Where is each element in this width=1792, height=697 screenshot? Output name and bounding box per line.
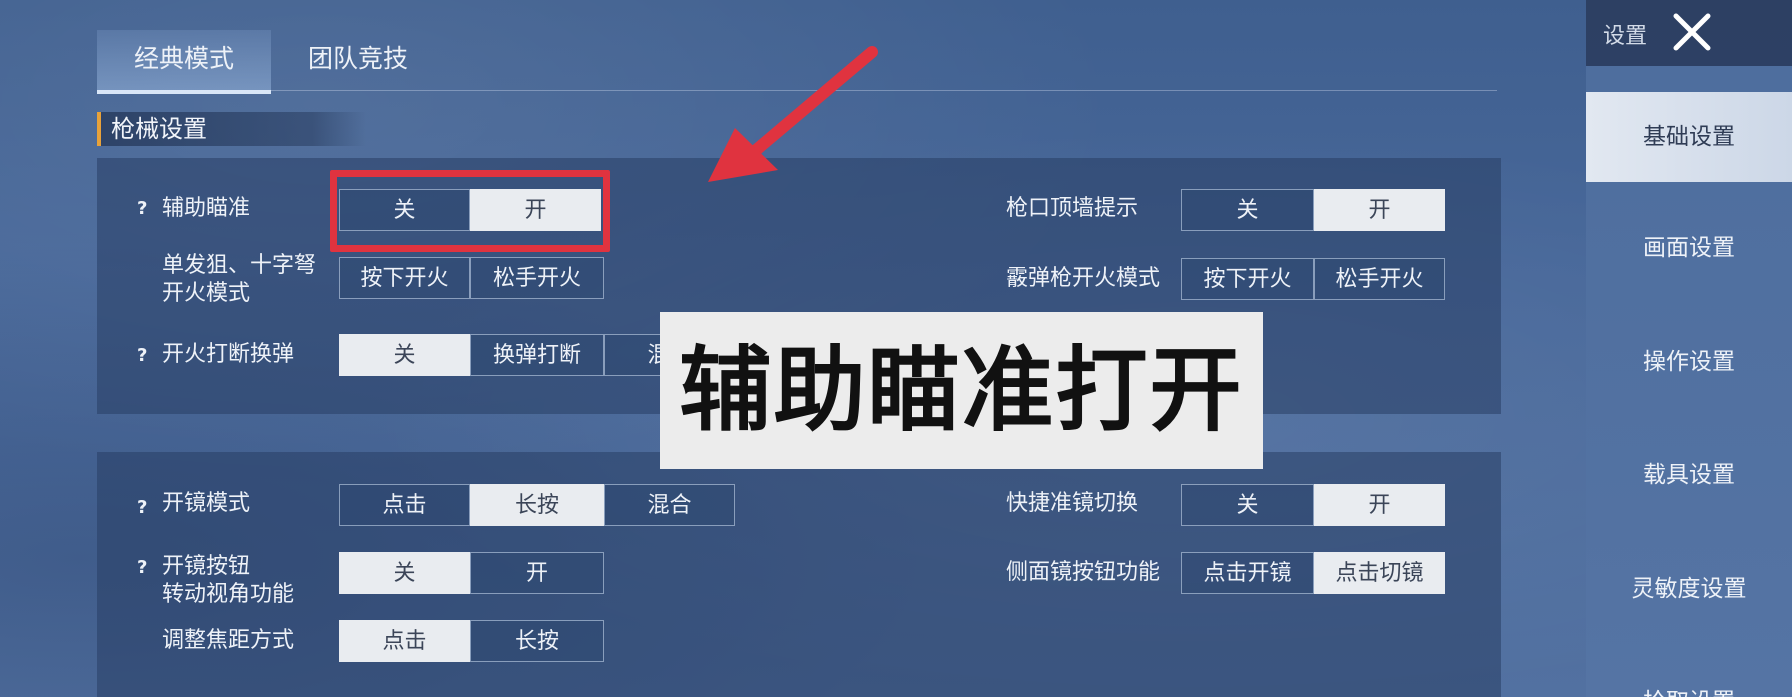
fire-interrupt-reload-label: 开火打断换弹 [162, 342, 295, 367]
shotgun-press-fire-option[interactable]: 按下开火 [1181, 258, 1314, 300]
side-scope-open-option[interactable]: 点击开镜 [1181, 552, 1314, 594]
caption-overlay: 辅助瞄准打开 [660, 312, 1263, 469]
scope-mode-toggle: 点击 长按 混合 [339, 484, 735, 526]
sniper-crossbow-fire-label-line2: 开火模式 [162, 281, 251, 306]
sidebar-item-basic[interactable]: 基础设置 [1586, 92, 1792, 182]
section-header-firearm: 枪械设置 [97, 112, 366, 146]
sniper-crossbow-fire-label-line1: 单发狙、十字弩 [162, 253, 317, 278]
quick-scope-off-option[interactable]: 关 [1181, 484, 1314, 526]
sidebar-item-vehicle[interactable]: 载具设置 [1586, 430, 1792, 520]
shotgun-release-fire-option[interactable]: 松手开火 [1314, 258, 1445, 300]
sniper-press-fire-option[interactable]: 按下开火 [339, 257, 470, 299]
scope-tap-option[interactable]: 点击 [339, 484, 470, 526]
side-scope-switch-option[interactable]: 点击切镜 [1314, 552, 1445, 594]
zoom-adjust-toggle: 点击 长按 [339, 620, 604, 662]
highlight-box [330, 170, 610, 252]
settings-title: 设置 [1603, 24, 1648, 49]
side-scope-button-toggle: 点击开镜 点击切镜 [1181, 552, 1445, 594]
shotgun-fire-mode-toggle: 按下开火 松手开火 [1181, 258, 1445, 300]
muzzle-wall-hint-toggle: 关 开 [1181, 189, 1445, 231]
scope-hold-option[interactable]: 长按 [470, 484, 604, 526]
tab-team-deathmatch[interactable]: 团队竞技 [271, 30, 445, 90]
muzzle-wall-hint-label: 枪口顶墙提示 [1006, 196, 1139, 221]
tab-divider [97, 90, 1497, 91]
close-button[interactable] [1666, 8, 1718, 56]
sniper-release-fire-option[interactable]: 松手开火 [470, 257, 604, 299]
sidebar-item-controls[interactable]: 操作设置 [1586, 317, 1792, 407]
mode-tabs: 经典模式 团队竞技 [97, 30, 1497, 94]
settings-sidebar: 设置 基础设置 画面设置 操作设置 载具设置 灵敏度设置 拾取设置 [1586, 0, 1792, 697]
help-icon[interactable]: ? [137, 345, 147, 366]
scope-button-rotate-label-line2: 转动视角功能 [162, 582, 295, 607]
sidebar-item-graphics[interactable]: 画面设置 [1586, 203, 1792, 293]
shotgun-fire-mode-label: 霰弹枪开火模式 [1006, 266, 1161, 291]
help-icon[interactable]: ? [137, 557, 147, 578]
scope-rotate-on-option[interactable]: 开 [470, 552, 604, 594]
sidebar-item-pickup[interactable]: 拾取设置 [1586, 657, 1792, 697]
scope-button-rotate-label-line1: 开镜按钮 [162, 554, 251, 579]
interrupt-off-option[interactable]: 关 [339, 334, 470, 376]
sidebar-header: 设置 [1586, 0, 1792, 66]
quick-scope-on-option[interactable]: 开 [1314, 484, 1445, 526]
tab-classic-mode[interactable]: 经典模式 [97, 30, 271, 94]
zoom-adjust-method-label: 调整焦距方式 [162, 628, 295, 653]
aim-assist-label: 辅助瞄准 [162, 196, 251, 221]
help-icon[interactable]: ? [137, 198, 147, 219]
scope-mixed-option[interactable]: 混合 [604, 484, 735, 526]
scope-rotate-off-option[interactable]: 关 [339, 552, 470, 594]
zoom-tap-option[interactable]: 点击 [339, 620, 470, 662]
close-icon [1673, 13, 1711, 51]
section-title: 枪械设置 [111, 115, 207, 143]
muzzle-hint-on-option[interactable]: 开 [1314, 189, 1445, 231]
quick-scope-switch-label: 快捷准镜切换 [1006, 491, 1139, 516]
quick-scope-switch-toggle: 关 开 [1181, 484, 1445, 526]
sidebar-item-sensitivity[interactable]: 灵敏度设置 [1586, 544, 1792, 634]
help-icon[interactable]: ? [137, 497, 147, 518]
zoom-hold-option[interactable]: 长按 [470, 620, 604, 662]
scope-button-rotate-toggle: 关 开 [339, 552, 604, 594]
side-scope-button-label: 侧面镜按钮功能 [1006, 560, 1161, 585]
scope-mode-label: 开镜模式 [162, 491, 251, 516]
muzzle-hint-off-option[interactable]: 关 [1181, 189, 1314, 231]
sniper-fire-mode-toggle: 按下开火 松手开火 [339, 257, 604, 299]
reload-interrupt-option[interactable]: 换弹打断 [470, 334, 604, 376]
